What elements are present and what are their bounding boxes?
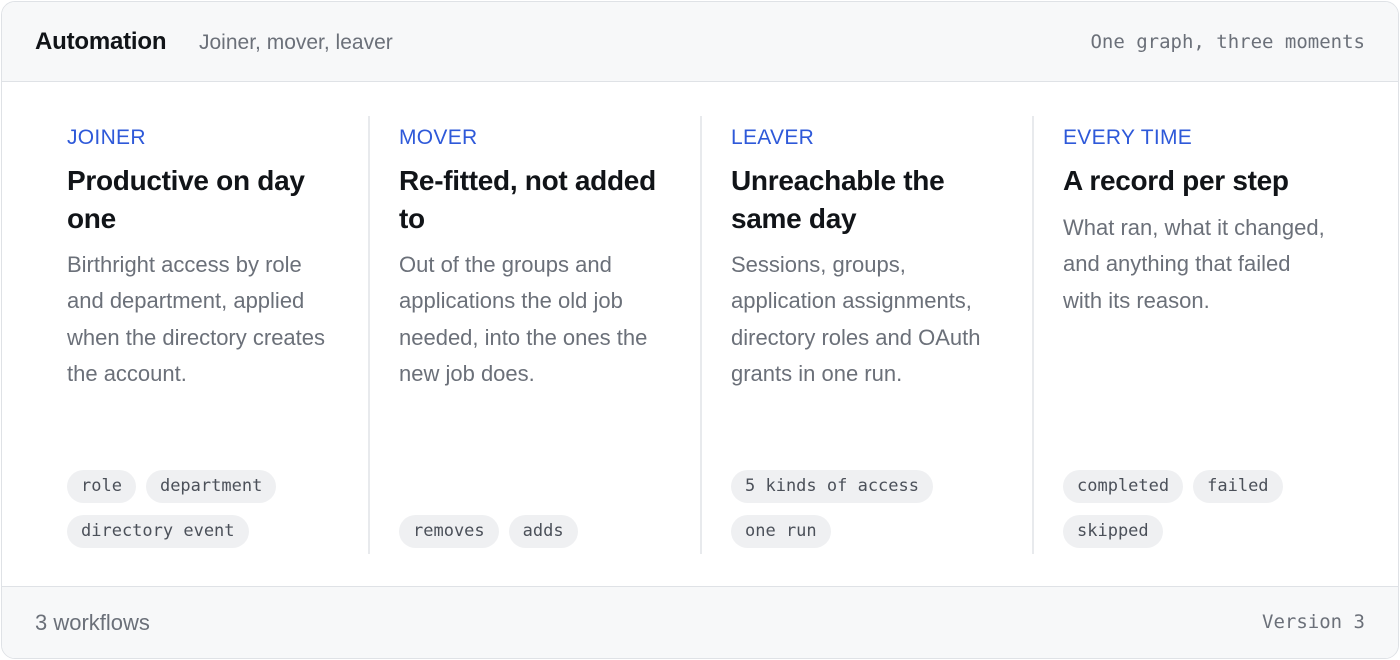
column-description: What ran, what it changed, and anything … [1063, 215, 1325, 313]
version-label: Version 3 [1262, 611, 1365, 633]
column-description: Birthright access by role and department… [67, 252, 326, 386]
tag-one-run: one run [731, 515, 831, 548]
column-eyebrow: LEAVER [731, 126, 815, 149]
tag-failed: failed [1193, 470, 1283, 503]
column-title: A record per step [1063, 165, 1289, 196]
tag-kinds-of-access: 5 kinds of access [731, 470, 933, 503]
workflow-columns: JOINER Productive on day one Birthright … [2, 82, 1398, 588]
tag-department: department [145, 470, 277, 503]
column-description: Sessions, groups, application assignment… [731, 252, 981, 386]
tag-role: role [67, 470, 136, 503]
card-footer: 3 workflows Version 3 [2, 586, 1398, 658]
tag-list: role department directory event [67, 470, 329, 548]
automation-card: Automation Joiner, mover, leaver One gra… [1, 1, 1399, 659]
column-title: Unreachable the same day [731, 165, 945, 234]
column-mover: MOVER Re-fitted, not added to Out of the… [334, 82, 666, 588]
tag-adds: adds [508, 515, 578, 548]
column-description: Out of the groups and applications the o… [399, 252, 648, 386]
card-header: Automation Joiner, mover, leaver One gra… [2, 2, 1398, 82]
column-title: Re-fitted, not added to [399, 165, 656, 234]
header-subtitle: Joiner, mover, leaver [199, 31, 393, 54]
tag-list: removes adds [399, 515, 661, 548]
column-joiner: JOINER Productive on day one Birthright … [2, 82, 334, 588]
column-leaver: LEAVER Unreachable the same day Sessions… [666, 82, 998, 588]
header-right-label: One graph, three moments [1090, 31, 1365, 53]
tag-completed: completed [1063, 470, 1184, 503]
tag-directory-event: directory event [67, 515, 249, 548]
column-title: Productive on day one [67, 165, 305, 234]
tag-list: 5 kinds of access one run [731, 470, 993, 548]
tag-removes: removes [399, 515, 499, 548]
column-eyebrow: JOINER [67, 126, 146, 149]
column-every-time: EVERY TIME A record per step What ran, w… [998, 82, 1330, 588]
column-eyebrow: EVERY TIME [1063, 126, 1193, 149]
column-eyebrow: MOVER [399, 126, 478, 149]
tag-list: completed failed skipped [1063, 470, 1325, 548]
tag-skipped: skipped [1063, 515, 1163, 548]
header-title: Automation [35, 28, 167, 55]
workflow-count: 3 workflows [35, 610, 150, 635]
